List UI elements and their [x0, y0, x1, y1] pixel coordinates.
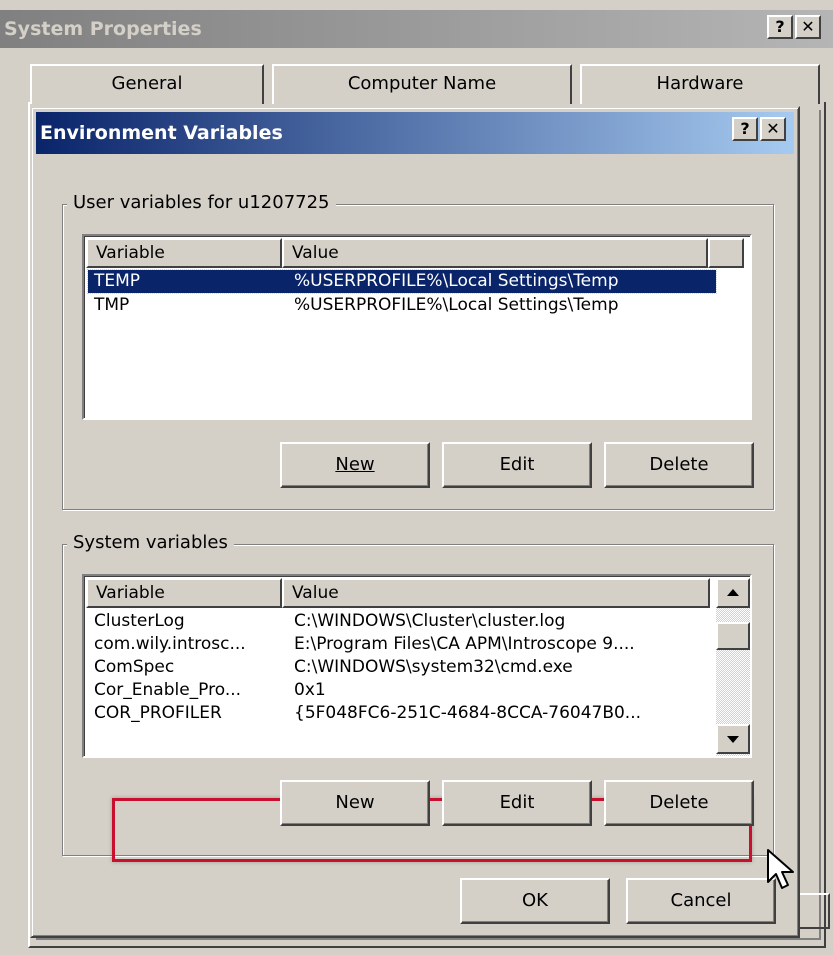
- variable-name: TMP: [94, 295, 130, 315]
- column-header-value[interactable]: Value: [282, 578, 710, 608]
- system-variable-row[interactable]: COR_PROFILER {5F048FC6-251C-4684-8CCA-76…: [88, 702, 714, 725]
- user-edit-button[interactable]: Edit: [442, 442, 592, 488]
- variable-name: ComSpec: [94, 657, 175, 677]
- system-properties-close-button[interactable]: ✕: [795, 15, 821, 39]
- ok-label: OK: [522, 890, 548, 911]
- variable-name: com.wily.introsc...: [94, 634, 246, 654]
- variable-value: E:\Program Files\CA APM\Introscope 9....: [294, 634, 635, 654]
- system-edit-label: Edit: [499, 792, 535, 813]
- system-variables-header: Variable Value: [86, 578, 710, 608]
- variable-value: %USERPROFILE%\Local Settings\Temp: [294, 271, 619, 291]
- variable-value: C:\WINDOWS\system32\cmd.exe: [294, 657, 573, 677]
- down-arrow-icon: [727, 736, 739, 743]
- system-variables-list[interactable]: Variable Value ClusterLog C:\WINDOWS\Clu…: [82, 574, 752, 758]
- system-delete-button[interactable]: Delete: [604, 780, 754, 826]
- system-new-label: New: [335, 792, 375, 813]
- up-arrow-icon: [727, 589, 739, 596]
- system-variables-scrollbar[interactable]: [716, 578, 750, 756]
- system-properties-button-edge: [800, 893, 830, 929]
- system-variables-legend: System variables: [67, 532, 234, 553]
- system-delete-label: Delete: [649, 792, 709, 813]
- environment-variables-titlebar: Environment Variables: [36, 112, 794, 154]
- user-delete-button[interactable]: Delete: [604, 442, 754, 488]
- system-variable-row[interactable]: ClusterLog C:\WINDOWS\Cluster\cluster.lo…: [88, 610, 714, 633]
- user-new-label: New: [335, 454, 375, 475]
- system-edit-button[interactable]: Edit: [442, 780, 592, 826]
- variable-value: %USERPROFILE%\Local Settings\Temp: [294, 295, 619, 315]
- user-variables-header: Variable Value: [86, 238, 744, 268]
- column-header-variable[interactable]: Variable: [86, 578, 282, 608]
- system-variable-row[interactable]: com.wily.introsc... E:\Program Files\CA …: [88, 633, 714, 656]
- variable-name: TEMP: [94, 271, 141, 291]
- variable-value: C:\WINDOWS\Cluster\cluster.log: [294, 611, 566, 631]
- scroll-thumb[interactable]: [716, 622, 750, 650]
- user-delete-label: Delete: [649, 454, 709, 475]
- tab-computer-name[interactable]: Computer Name: [272, 64, 572, 104]
- variable-value: 0x1: [294, 680, 326, 700]
- user-variables-list[interactable]: Variable Value TEMP %USERPROFILE%\Local …: [82, 234, 752, 420]
- column-header-value[interactable]: Value: [282, 238, 708, 268]
- tab-general[interactable]: General: [30, 64, 264, 104]
- variable-name: ClusterLog: [94, 611, 185, 631]
- scroll-up-button[interactable]: [716, 578, 750, 608]
- system-properties-title: System Properties: [4, 18, 202, 40]
- user-variable-row-tmp[interactable]: TMP %USERPROFILE%\Local Settings\Temp: [88, 294, 714, 317]
- mouse-pointer-icon: [767, 849, 794, 889]
- cancel-button[interactable]: Cancel: [626, 878, 776, 924]
- column-header-empty: [708, 238, 744, 268]
- user-new-button[interactable]: New: [280, 442, 430, 488]
- scroll-down-button[interactable]: [716, 724, 750, 754]
- user-variable-row-temp[interactable]: TEMP %USERPROFILE%\Local Settings\Temp: [87, 269, 717, 294]
- variable-value: {5F048FC6-251C-4684-8CCA-76047B0...: [294, 703, 642, 723]
- system-variable-row[interactable]: ComSpec C:\WINDOWS\system32\cmd.exe: [88, 656, 714, 679]
- user-edit-label: Edit: [499, 454, 535, 475]
- user-variables-legend: User variables for u1207725: [67, 192, 336, 213]
- variable-name: Cor_Enable_Pro...: [94, 680, 242, 700]
- ok-button[interactable]: OK: [460, 878, 610, 924]
- system-variable-row[interactable]: Cor_Enable_Pro... 0x1: [88, 679, 714, 702]
- variable-name: COR_PROFILER: [94, 703, 222, 723]
- environment-variables-dialog: Environment Variables ? ✕ User variables…: [30, 106, 800, 938]
- environment-variables-close-button[interactable]: ✕: [760, 117, 786, 141]
- environment-variables-help-button[interactable]: ?: [732, 117, 758, 141]
- system-new-button[interactable]: New: [280, 780, 430, 826]
- environment-variables-title: Environment Variables: [40, 122, 283, 144]
- cancel-label: Cancel: [670, 890, 732, 911]
- system-properties-titlebar: System Properties: [0, 10, 833, 48]
- column-header-variable[interactable]: Variable: [86, 238, 282, 268]
- system-properties-help-button[interactable]: ?: [767, 15, 793, 39]
- tab-hardware[interactable]: Hardware: [580, 64, 820, 104]
